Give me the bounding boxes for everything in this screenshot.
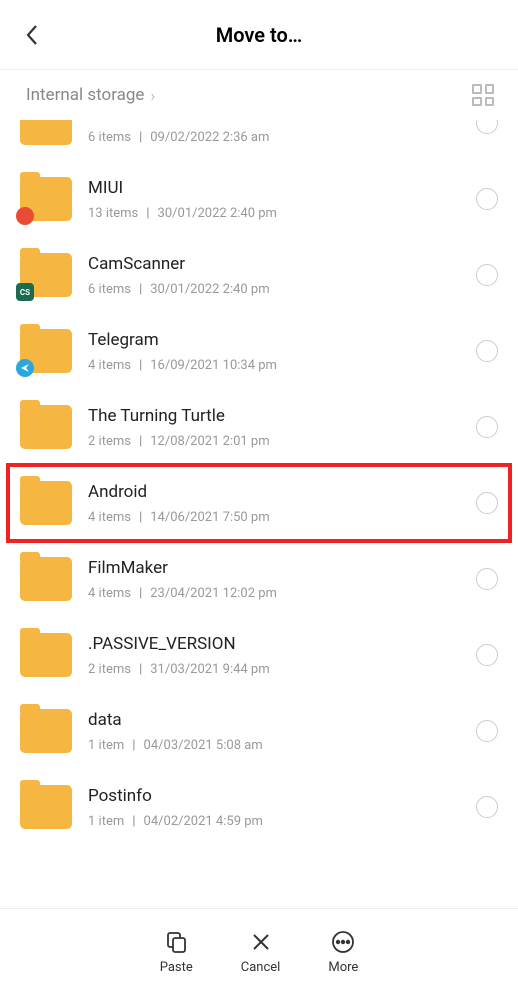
select-radio[interactable]	[476, 416, 498, 438]
folder-meta: 4 items|16/09/2021 10:34 pm	[88, 358, 466, 373]
folder-meta: 1 item|04/03/2021 5:08 am	[88, 738, 466, 753]
folder-info: FilmMaker 4 items|23/04/2021 12:02 pm	[88, 558, 466, 601]
folder-row[interactable]: data 1 item|04/03/2021 5:08 am	[0, 693, 518, 769]
folder-icon	[20, 481, 72, 525]
folder-icon	[20, 329, 72, 373]
folder-name: The Turning Turtle	[88, 406, 466, 426]
folder-meta: 6 items|09/02/2022 2:36 am	[88, 130, 466, 145]
select-radio[interactable]	[476, 644, 498, 666]
folder-icon	[20, 177, 72, 221]
folder-name: Android	[88, 482, 466, 502]
select-radio[interactable]	[476, 188, 498, 210]
folder-icon	[20, 557, 72, 601]
select-radio[interactable]	[476, 120, 498, 134]
folder-info: MIUI 13 items|30/01/2022 2:40 pm	[88, 178, 466, 221]
folder-info: .PASSIVE_VERSION 2 items|31/03/2021 9:44 …	[88, 634, 466, 677]
folder-name: Postinfo	[88, 786, 466, 806]
folder-name: data	[88, 710, 466, 730]
select-radio[interactable]	[476, 492, 498, 514]
folder-badge-icon: CS	[16, 283, 34, 301]
folder-meta: 6 items|30/01/2022 2:40 pm	[88, 282, 466, 297]
close-icon	[249, 930, 273, 954]
folder-name: Telegram	[88, 330, 466, 350]
folder-meta: 2 items|31/03/2021 9:44 pm	[88, 662, 466, 677]
folder-name: CamScanner	[88, 254, 466, 274]
folder-row[interactable]: The Turning Turtle 2 items|12/08/2021 2:0…	[0, 389, 518, 465]
folder-name: .PASSIVE_VERSION	[88, 634, 466, 654]
more-button[interactable]: More	[328, 930, 358, 975]
folder-info: Telegram 4 items|16/09/2021 10:34 pm	[88, 330, 466, 373]
paste-button[interactable]: Paste	[160, 930, 193, 975]
folder-meta: 4 items|14/06/2021 7:50 pm	[88, 510, 466, 525]
folder-row[interactable]: Telegram 4 items|16/09/2021 10:34 pm	[0, 313, 518, 389]
folder-info: data 1 item|04/03/2021 5:08 am	[88, 710, 466, 753]
folder-meta: 2 items|12/08/2021 2:01 pm	[88, 434, 466, 449]
folder-info: CamScanner 6 items|30/01/2022 2:40 pm	[88, 254, 466, 297]
paste-label: Paste	[160, 960, 193, 975]
more-icon	[331, 930, 355, 954]
folder-icon: CS	[20, 253, 72, 297]
folder-icon	[20, 633, 72, 677]
folder-name: FilmMaker	[88, 558, 466, 578]
folder-info: Postinfo 1 item|04/02/2021 4:59 pm	[88, 786, 466, 829]
folder-icon	[20, 405, 72, 449]
select-radio[interactable]	[476, 264, 498, 286]
folder-row[interactable]: Pictures 6 items|09/02/2022 2:36 am	[0, 120, 518, 161]
folder-badge-icon	[16, 207, 34, 225]
select-radio[interactable]	[476, 720, 498, 742]
folder-meta: 4 items|23/04/2021 12:02 pm	[88, 586, 466, 601]
bottom-bar: Paste Cancel More	[0, 908, 518, 996]
grid-view-icon[interactable]	[472, 84, 494, 106]
folder-list: Pictures 6 items|09/02/2022 2:36 am MIUI 13…	[0, 120, 518, 906]
cancel-button[interactable]: Cancel	[241, 930, 281, 975]
folder-meta: 1 item|04/02/2021 4:59 pm	[88, 814, 466, 829]
folder-meta: 13 items|30/01/2022 2:40 pm	[88, 206, 466, 221]
breadcrumb[interactable]: Internal storage ›	[26, 85, 155, 105]
folder-row[interactable]: Postinfo 1 item|04/02/2021 4:59 pm	[0, 769, 518, 845]
folder-icon	[20, 120, 72, 145]
folder-info: Pictures 6 items|09/02/2022 2:36 am	[88, 120, 466, 145]
page-title: Move to…	[0, 23, 518, 47]
back-icon[interactable]	[20, 23, 44, 47]
breadcrumb-label: Internal storage	[26, 85, 144, 105]
select-radio[interactable]	[476, 340, 498, 362]
cancel-label: Cancel	[241, 960, 281, 975]
header: Move to…	[0, 0, 518, 70]
select-radio[interactable]	[476, 796, 498, 818]
paste-icon	[164, 930, 188, 954]
folder-name: Pictures	[88, 120, 466, 122]
folder-icon	[20, 785, 72, 829]
folder-row[interactable]: CS CamScanner 6 items|30/01/2022 2:40 pm	[0, 237, 518, 313]
folder-badge-icon	[16, 359, 34, 377]
folder-name: MIUI	[88, 178, 466, 198]
folder-row[interactable]: .PASSIVE_VERSION 2 items|31/03/2021 9:44 …	[0, 617, 518, 693]
folder-info: Android 4 items|14/06/2021 7:50 pm	[88, 482, 466, 525]
chevron-right-icon: ›	[150, 86, 155, 105]
folder-info: The Turning Turtle 2 items|12/08/2021 2:0…	[88, 406, 466, 449]
folder-row[interactable]: FilmMaker 4 items|23/04/2021 12:02 pm	[0, 541, 518, 617]
more-label: More	[328, 960, 358, 975]
breadcrumb-row: Internal storage ›	[0, 70, 518, 116]
folder-row[interactable]: MIUI 13 items|30/01/2022 2:40 pm	[0, 161, 518, 237]
select-radio[interactable]	[476, 568, 498, 590]
folder-icon	[20, 709, 72, 753]
folder-row[interactable]: Android 4 items|14/06/2021 7:50 pm	[0, 465, 518, 541]
